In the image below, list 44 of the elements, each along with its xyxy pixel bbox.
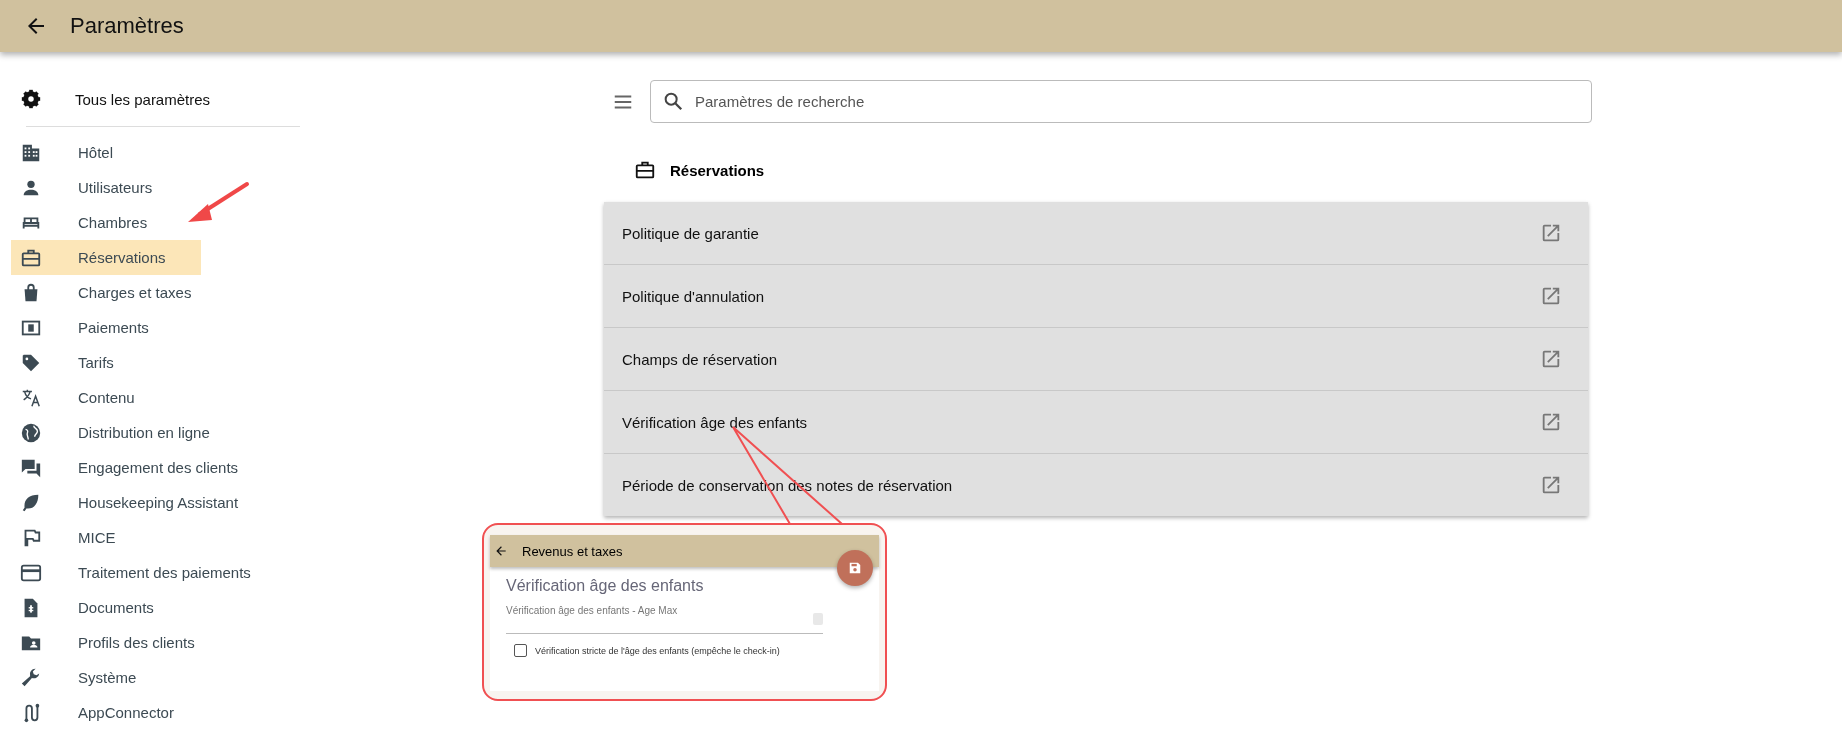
input-field[interactable]: Vérification âge des enfants - Age Max [506, 605, 823, 634]
sidebar-item[interactable]: Documents [11, 590, 201, 625]
settings-link[interactable]: Champs de réservation [622, 350, 778, 368]
all-settings-label[interactable]: Tous les paramètres [75, 90, 211, 108]
briefcase-icon [634, 159, 656, 181]
settings-link[interactable]: Vérification âge des enfants [622, 413, 808, 431]
open-in-new-icon[interactable] [1540, 411, 1562, 433]
sidebar-item[interactable]: AppConnector [11, 695, 201, 730]
settings-link[interactable]: Politique d'annulation [622, 287, 765, 305]
sidebar-item[interactable]: Hôtel [11, 135, 201, 170]
checkbox[interactable] [514, 644, 527, 657]
sidebar-item[interactable]: Charges et taxes [11, 275, 201, 310]
save-icon [848, 561, 862, 575]
sidebar-item[interactable]: Tarifs [11, 345, 201, 380]
page-title: Paramètres [70, 13, 184, 39]
open-in-new-icon[interactable] [1540, 474, 1562, 496]
annotation-arrow [188, 182, 249, 222]
sidebar-item[interactable]: Chambres [11, 205, 201, 240]
sidebar-item[interactable]: Contenu [11, 380, 201, 415]
settings-icon [20, 88, 42, 110]
checkbox-label: Vérification stricte de l'âge des enfants (empêche le check-in) [535, 645, 780, 656]
wrench-icon [20, 666, 42, 689]
sidebar-item[interactable]: MICE [11, 520, 201, 555]
back-arrow-icon[interactable] [494, 544, 508, 558]
globe-icon [20, 421, 42, 444]
form-heading: Vérification âge des enfants [506, 577, 705, 595]
sidebar-item[interactable]: Distribution en ligne [11, 415, 218, 450]
open-in-new-icon[interactable] [1540, 222, 1562, 244]
save-button[interactable] [837, 550, 873, 586]
sidebar-item[interactable]: Système [11, 660, 201, 695]
sidebar-item[interactable]: Engagement des clients [11, 450, 247, 485]
open-in-new-icon[interactable] [1540, 285, 1562, 307]
search-field[interactable]: Paramètres de recherche [650, 80, 1592, 123]
open-in-new-icon[interactable] [1540, 348, 1562, 370]
settings-link[interactable]: Politique de garantie [622, 224, 759, 242]
sidebar-item[interactable]: Housekeeping Assistant [11, 485, 247, 520]
sidebar-item[interactable]: Traitement des paiements [11, 555, 259, 590]
section-title: Réservations [670, 161, 765, 179]
sidebar-item[interactable]: Profils des clients [11, 625, 203, 660]
sidebar-item[interactable]: Paiements [11, 310, 201, 345]
sidebar-item[interactable]: Utilisateurs [11, 170, 201, 205]
search-icon [662, 90, 684, 112]
sidebar-item[interactable]: Réservations [11, 240, 201, 275]
screen-title: Revenus et taxes [522, 543, 623, 559]
